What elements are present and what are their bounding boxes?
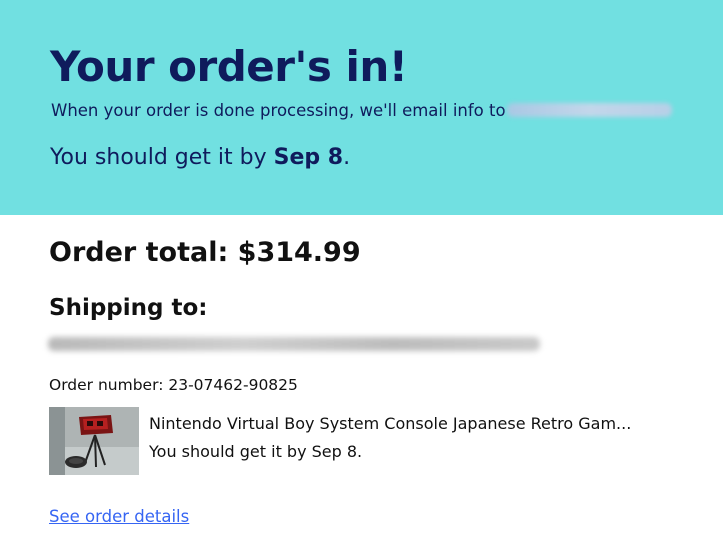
delivery-date: Sep 8 [273,145,344,170]
order-number-value: 23-07462-90825 [168,376,298,394]
see-order-details-link[interactable]: See order details [49,507,189,526]
item-delivery-estimate: You should get it by Sep 8. [149,442,363,461]
redacted-email [506,103,672,117]
redacted-shipping-address [48,337,540,351]
email-notice: When your order is done processing, we'l… [51,101,672,120]
delivery-estimate-prefix: You should get it by [50,145,274,170]
delivery-estimate: You should get it by Sep 8. [50,145,350,170]
order-total: Order total: $314.99 [49,237,361,268]
email-notice-text: When your order is done processing, we'l… [51,101,506,120]
order-number-label: Order number: [49,376,169,394]
shipping-heading: Shipping to: [49,295,208,321]
page-title: Your order's in! [50,42,408,91]
order-number: Order number: 23-07462-90825 [49,376,298,394]
item-thumbnail[interactable] [49,407,139,475]
delivery-estimate-suffix: . [343,145,351,170]
confirmation-banner: Your order's in! When your order is done… [0,0,723,215]
console-photo-icon [49,407,139,475]
item-title[interactable]: Nintendo Virtual Boy System Console Japa… [149,414,631,433]
